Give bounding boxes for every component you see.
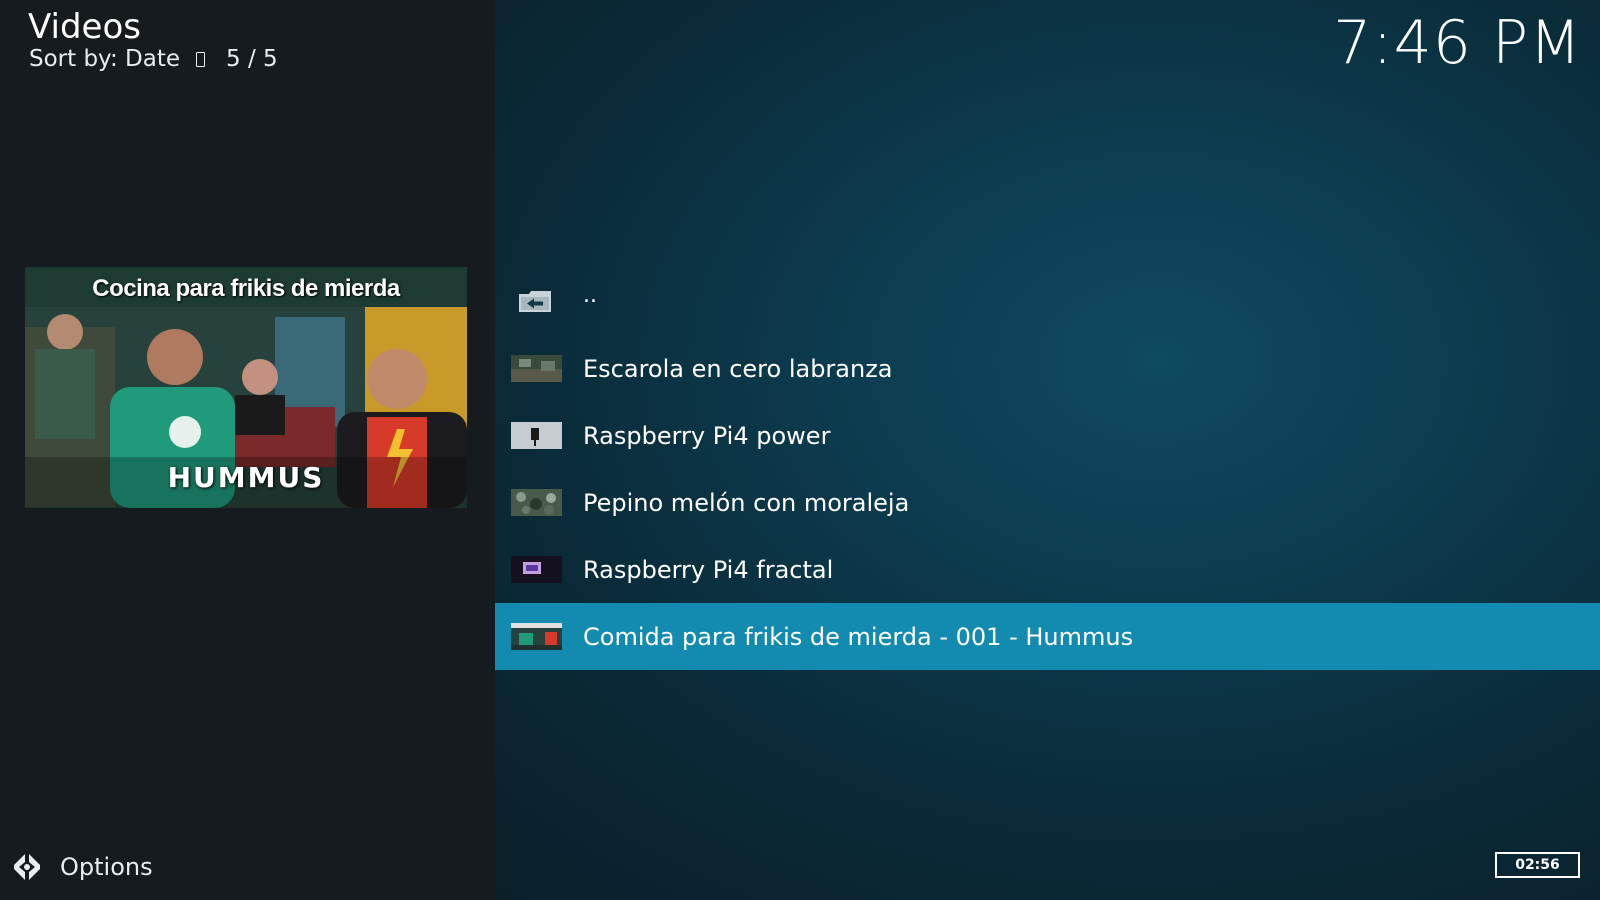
list-item-label: Comida para frikis de mierda - 001 - Hum… [583,622,1134,651]
kodi-videos-window: Videos Sort by: Date 5 / 5 Cocina para f… [0,0,1600,900]
preview-caption: HUMMUS [167,461,325,494]
item-count: 5 / 5 [226,46,278,72]
list-item-selected[interactable]: Comida para frikis de mierda - 001 - Hum… [495,603,1600,670]
list-item-label: Raspberry Pi4 power [583,421,831,450]
video-thumbnail [511,623,562,650]
folder-back-icon [511,288,562,315]
list-item[interactable]: Escarola en cero labranza [495,335,1600,402]
clock: 7:46 PM [1333,8,1582,78]
video-thumbnail [511,422,562,449]
options-icon [14,854,40,880]
separator-icon [196,51,206,67]
sort-info: Sort by: Date 5 / 5 [29,44,278,74]
page-title: Videos [28,7,141,47]
list-item[interactable]: Pepino melón con moraleja [495,469,1600,536]
main-panel: 7:46 PM .. Escarola en cero labranza Ras… [495,0,1600,900]
preview-image: Cocina para frikis de mierda HUMMUS [25,267,467,508]
options-label: Options [60,853,153,881]
file-list: .. Escarola en cero labranza Raspberry P… [495,268,1600,670]
duration-badge: 02:56 [1495,852,1580,878]
list-item-label: Raspberry Pi4 fractal [583,555,834,584]
list-item-label: Pepino melón con moraleja [583,488,910,517]
video-thumbnail [511,556,562,583]
sort-label[interactable]: Sort by: Date [29,44,180,74]
video-thumbnail [511,355,562,382]
sidebar: Videos Sort by: Date 5 / 5 Cocina para f… [0,0,495,900]
preview-title-text: Cocina para frikis de mierda [92,275,400,302]
list-item[interactable]: Raspberry Pi4 power [495,402,1600,469]
list-item-label: .. [583,283,597,308]
list-item[interactable]: Raspberry Pi4 fractal [495,536,1600,603]
video-thumbnail [511,489,562,516]
list-item-label: Escarola en cero labranza [583,354,893,383]
list-item-parent[interactable]: .. [495,268,1600,335]
options-button[interactable]: Options [12,852,153,882]
